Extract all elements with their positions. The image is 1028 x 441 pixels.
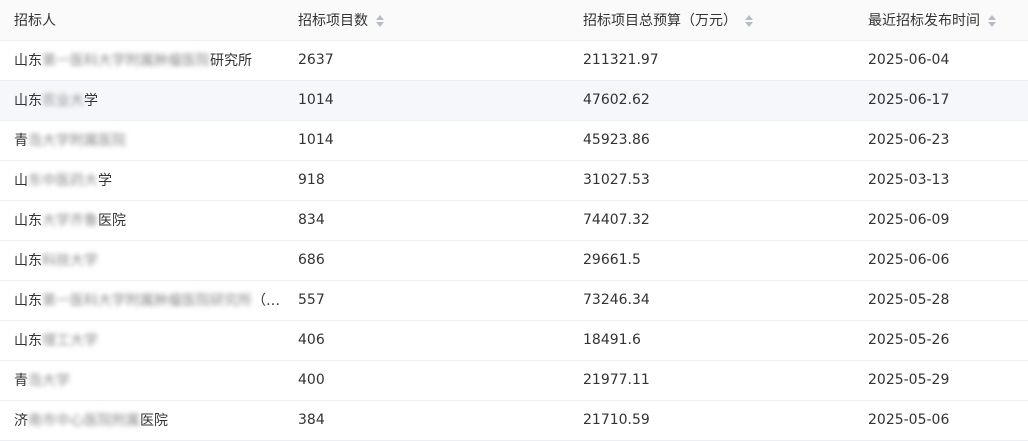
latest-date-cell: 2025-06-23 bbox=[854, 120, 1028, 161]
bidder-name-start: 山东 bbox=[14, 333, 42, 349]
bidder-name-redacted: 科技大学 bbox=[42, 253, 98, 269]
bidder-name-redacted: 岛大学附属医院 bbox=[28, 133, 126, 149]
total-budget-cell: 29661.5 bbox=[569, 240, 854, 281]
bidder-name-redacted: 第一医科大学附属肿瘤医院 bbox=[42, 53, 210, 69]
table-row[interactable]: 山东第一医科大学附属肿瘤医院研究所 2637 211321.97 2025-06-04 bbox=[0, 40, 1028, 81]
table-row[interactable]: 山东科技大学 686 29661.5 2025-06-06 bbox=[0, 240, 1028, 281]
total-budget-cell: 18491.6 bbox=[569, 320, 854, 361]
latest-date-cell: 2025-05-26 bbox=[854, 320, 1028, 361]
bidder-name-start: 山东 bbox=[14, 93, 42, 109]
latest-date-cell: 2025-05-28 bbox=[854, 280, 1028, 321]
bidder-name-cell[interactable]: 山东第一医科大学附属肿瘤医院研究所 bbox=[0, 40, 284, 81]
latest-date-cell: 2025-06-17 bbox=[854, 80, 1028, 121]
total-budget-cell: 47602.62 bbox=[569, 80, 854, 121]
bidder-name-start: 山东 bbox=[14, 253, 42, 269]
total-budget-cell: 73246.34 bbox=[569, 280, 854, 321]
bidder-table: 招标人 招标项目数 招标项目总预算（万元） 最近招标发布时间 山东第一医科大学附… bbox=[0, 0, 1028, 441]
bidder-name-redacted: 岛大学 bbox=[28, 373, 70, 389]
total-budget-cell: 74407.32 bbox=[569, 200, 854, 241]
table-body: 山东第一医科大学附属肿瘤医院研究所 2637 211321.97 2025-06-04… bbox=[0, 40, 1028, 441]
latest-date-cell: 2025-06-06 bbox=[854, 240, 1028, 281]
column-header-latest-date[interactable]: 最近招标发布时间 bbox=[854, 0, 1028, 41]
bidder-name-start: 山东 bbox=[14, 53, 42, 69]
table-row[interactable]: 山东中医药大学 918 31027.53 2025-03-13 bbox=[0, 160, 1028, 201]
latest-date-cell: 2025-06-09 bbox=[854, 200, 1028, 241]
project-count-cell: 406 bbox=[284, 320, 569, 361]
bidder-name-cell[interactable]: 山东农业大学 bbox=[0, 80, 284, 121]
bidder-name-redacted: 东中医药大 bbox=[28, 173, 98, 189]
bidder-name-start: 青 bbox=[14, 373, 28, 389]
total-budget-cell: 31027.53 bbox=[569, 160, 854, 201]
bidder-name-cell[interactable]: 山东大学齐鲁医院 bbox=[0, 200, 284, 241]
sort-icon[interactable] bbox=[376, 14, 384, 27]
project-count-cell: 1014 bbox=[284, 120, 569, 161]
bidder-name-cell[interactable]: 山东第一医科大学附属肿瘤医院研究所（山… bbox=[0, 280, 284, 321]
bidder-name-redacted: 大学齐鲁 bbox=[42, 213, 98, 229]
total-budget-cell: 21710.59 bbox=[569, 400, 854, 441]
sort-ascending-icon[interactable] bbox=[376, 14, 384, 20]
bidder-name-redacted: 农业大 bbox=[42, 93, 84, 109]
bidder-name-cell[interactable]: 青岛大学附属医院 bbox=[0, 120, 284, 161]
table-row[interactable]: 山东理工大学 406 18491.6 2025-05-26 bbox=[0, 320, 1028, 361]
bidder-name-cell[interactable]: 山东中医药大学 bbox=[0, 160, 284, 201]
table-header: 招标人 招标项目数 招标项目总预算（万元） 最近招标发布时间 bbox=[0, 0, 1028, 41]
sort-descending-icon[interactable] bbox=[376, 21, 384, 27]
column-label: 最近招标发布时间 bbox=[868, 12, 980, 29]
project-count-cell: 834 bbox=[284, 200, 569, 241]
bidder-name-cell[interactable]: 济南市中心医院附属医院 bbox=[0, 400, 284, 441]
bidder-name-cell[interactable]: 山东科技大学 bbox=[0, 240, 284, 281]
sort-descending-icon[interactable] bbox=[988, 21, 996, 27]
bidder-name-end: 学 bbox=[84, 93, 98, 109]
table-row[interactable]: 山东第一医科大学附属肿瘤医院研究所（山…55773246.342025-05-2… bbox=[0, 280, 1028, 321]
latest-date-cell: 2025-05-06 bbox=[854, 400, 1028, 441]
bidder-name-cell[interactable]: 山东理工大学 bbox=[0, 320, 284, 361]
bidder-name-cell[interactable]: 青岛大学 bbox=[0, 360, 284, 401]
column-header-total-budget[interactable]: 招标项目总预算（万元） bbox=[569, 0, 854, 41]
bidder-name-start: 山 bbox=[14, 173, 28, 189]
bidder-name-end: （山… bbox=[252, 293, 284, 309]
column-header-project-count[interactable]: 招标项目数 bbox=[284, 0, 569, 41]
latest-date-cell: 2025-03-13 bbox=[854, 160, 1028, 201]
project-count-cell: 557 bbox=[284, 280, 569, 321]
project-count-cell: 686 bbox=[284, 240, 569, 281]
sort-icon[interactable] bbox=[988, 14, 996, 27]
bidder-name-end: 医院 bbox=[98, 213, 126, 229]
bidder-name-start: 青 bbox=[14, 133, 28, 149]
project-count-cell: 384 bbox=[284, 400, 569, 441]
table-row[interactable]: 济南市中心医院附属医院 384 21710.59 2025-05-06 bbox=[0, 400, 1028, 441]
column-label: 招标人 bbox=[14, 12, 56, 29]
bidder-name-end: 医院 bbox=[140, 413, 168, 429]
project-count-cell: 918 bbox=[284, 160, 569, 201]
bidder-name-redacted: 南市中心医院附属 bbox=[28, 413, 140, 429]
table-row[interactable]: 青岛大学附属医院 1014 45923.86 2025-06-23 bbox=[0, 120, 1028, 161]
latest-date-cell: 2025-05-29 bbox=[854, 360, 1028, 401]
column-header-bidder: 招标人 bbox=[0, 0, 284, 41]
total-budget-cell: 45923.86 bbox=[569, 120, 854, 161]
table-row[interactable]: 青岛大学 400 21977.11 2025-05-29 bbox=[0, 360, 1028, 401]
column-label: 招标项目数 bbox=[298, 12, 368, 29]
project-count-cell: 400 bbox=[284, 360, 569, 401]
sort-icon[interactable] bbox=[745, 14, 753, 27]
table-row[interactable]: 山东农业大学 1014 47602.62 2025-06-17 bbox=[0, 80, 1028, 121]
header-row: 招标人 招标项目数 招标项目总预算（万元） 最近招标发布时间 bbox=[0, 0, 1028, 41]
table-row[interactable]: 山东大学齐鲁医院 834 74407.32 2025-06-09 bbox=[0, 200, 1028, 241]
column-label: 招标项目总预算（万元） bbox=[583, 12, 737, 29]
sort-descending-icon[interactable] bbox=[745, 21, 753, 27]
sort-ascending-icon[interactable] bbox=[988, 14, 996, 20]
bidder-name-start: 山东 bbox=[14, 293, 42, 309]
total-budget-cell: 211321.97 bbox=[569, 40, 854, 81]
bidder-name-redacted: 理工大学 bbox=[42, 333, 98, 349]
project-count-cell: 2637 bbox=[284, 40, 569, 81]
bidder-name-start: 山东 bbox=[14, 213, 42, 229]
bidder-name-redacted: 第一医科大学附属肿瘤医院研究所 bbox=[42, 293, 252, 309]
total-budget-cell: 21977.11 bbox=[569, 360, 854, 401]
project-count-cell: 1014 bbox=[284, 80, 569, 121]
bidder-name-start: 济 bbox=[14, 413, 28, 429]
latest-date-cell: 2025-06-04 bbox=[854, 40, 1028, 81]
sort-ascending-icon[interactable] bbox=[745, 14, 753, 20]
bidder-name-end: 研究所 bbox=[210, 53, 252, 69]
bidder-name-end: 学 bbox=[98, 173, 112, 189]
